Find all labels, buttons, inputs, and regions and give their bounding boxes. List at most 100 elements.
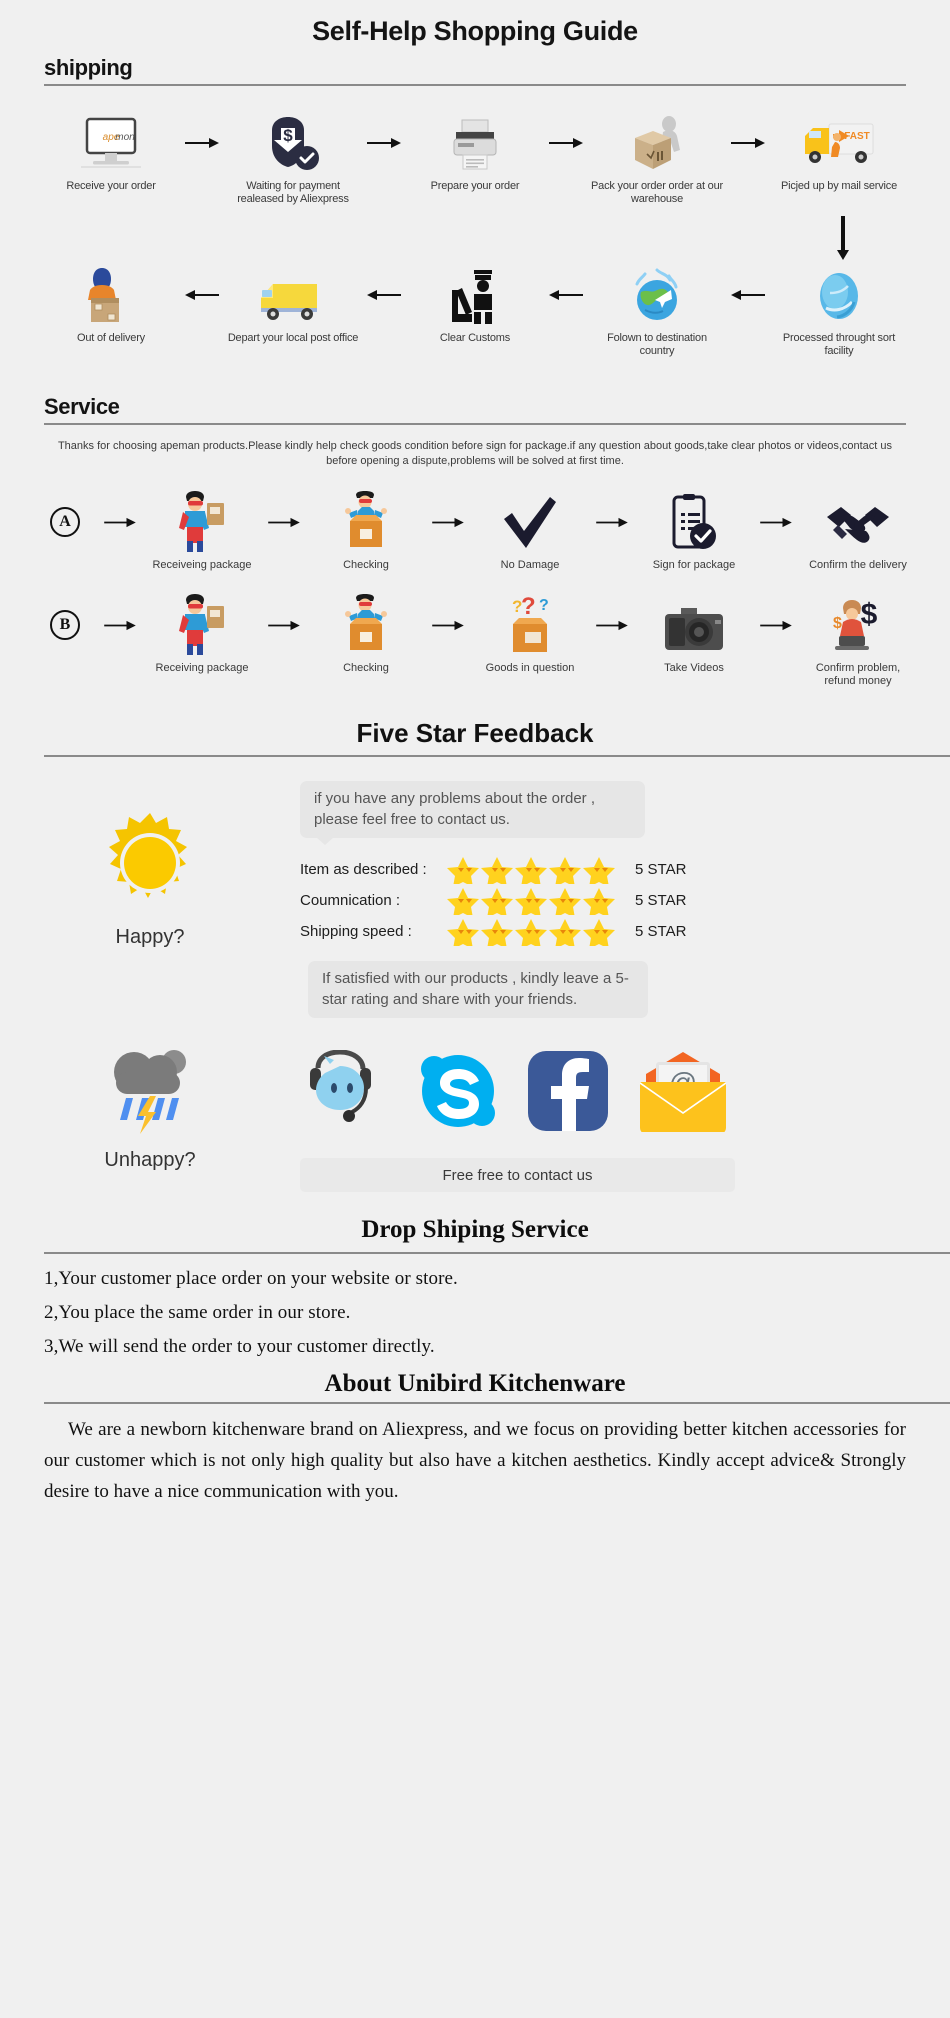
service-step-label: Confirm problem, refund money [815,662,901,687]
email-envelope-icon[interactable]: @ [634,1050,732,1137]
list-item: 1,Your customer place order on your webs… [44,1268,458,1289]
shipping-step-out-of-delivery: Out of delivery [43,264,179,345]
facebook-icon[interactable] [524,1047,612,1140]
shipping-step-label: Clear Customs [439,332,511,344]
svg-text:$: $ [833,615,842,632]
signed-clipboard-icon [670,491,718,553]
about-body-text: We are a newborn kitchenware brand on Al… [44,1419,906,1502]
rating-label: Coumnication : [300,892,401,909]
service-step-checking-b: Checking [307,594,425,675]
flow-arrow-right-icon [753,594,799,656]
sun-icon [98,811,202,920]
dropshipping-divider [44,1252,950,1254]
service-flow-row-b: B Receiving package Checking ? ? ? Goods… [14,594,936,688]
dropshipping-list: 1,Your customer place order on your webs… [44,1268,906,1358]
shipping-step-label: Out of delivery [77,332,145,344]
svg-text:$: $ [861,598,878,631]
flow-arrow-right-icon [261,491,307,553]
check-mark-icon [502,491,558,553]
rating-stars [445,918,625,946]
handshake-icon [825,491,891,553]
shipping-step-clear-customs: Clear Customs [407,264,543,345]
shipping-step-label: Processed throught sort facility [782,332,896,357]
svg-text:?: ? [521,594,536,620]
rating-value: 5 STAR [635,892,687,909]
shipping-step-label: Folown to destination country [607,332,707,357]
about-divider [44,1402,950,1404]
service-step-receiving-package-b: Receiving package [143,594,261,675]
rating-list: Item as described : 5 STAR Coumnication … [300,854,910,947]
unhappy-block: Unhappy? [0,1042,300,1192]
service-step-no-damage: No Damage [471,491,589,572]
service-step-confirm-refund: $ $ Confirm problem, refund money [799,594,917,688]
shipping-step-waiting-payment: $ Waiting for payment realeased by Aliex… [225,112,361,206]
service-step-label: Sign for package [652,559,736,571]
about-section-header: About Unibird Kitchenware [0,1370,950,1404]
shipping-heading: shipping [44,55,133,80]
shipping-step-sort-facility: Processed throught sort facility [771,264,907,358]
flow-arrow-right-icon [179,112,225,174]
flow-arrow-right-icon [97,491,143,553]
service-step-label: Confirm the delivery [809,559,907,571]
fast-delivery-truck-icon: FAST [801,112,877,174]
service-step-label: Receiveing package [152,559,252,571]
service-step-take-videos: Take Videos [635,594,753,675]
shipping-flow-row-1: ape mon Receive your order $ Waiting for… [18,112,932,206]
list-item: 3,We will send the order to your custome… [44,1336,435,1357]
service-badge-a: A [33,491,97,553]
hero-opening-box-icon [338,491,394,553]
shipping-step-prepare-order: Prepare your order [407,112,543,193]
feedback-right: if you have any problems about the order… [300,781,950,1018]
dropshipping-heading: Drop Shiping Service [361,1216,589,1243]
service-step-label: Receiving package [155,662,249,674]
flow-arrow-right-icon [97,594,143,656]
feedback-bubble-bottom: If satisfied with our products , kindly … [308,961,648,1018]
service-step-label: Checking [343,662,389,674]
dropshipping-section-header: Drop Shiping Service [0,1216,950,1254]
service-step-sign-for-package: Sign for package [635,491,753,572]
printer-icon [446,112,504,174]
flow-arrow-right-icon [261,594,307,656]
flow-arrow-right-icon [543,112,589,174]
service-divider [44,423,906,425]
flow-arrow-right-icon [753,491,799,553]
rating-stars [445,856,625,884]
page-title: Self-Help Shopping Guide [312,16,638,46]
rating-row: Coumnication : 5 STAR [300,885,910,916]
packing-box-worker-icon [625,112,689,174]
shipping-step-label: Pack your order order at our warehouse [591,180,723,205]
flow-arrow-left-icon [725,264,771,326]
trade-manager-icon[interactable] [300,1048,392,1137]
flow-arrow-right-icon [589,594,635,656]
svg-text:$: $ [283,126,293,145]
list-item: 2,You place the same order in our store. [44,1302,351,1323]
rating-value: 5 STAR [635,861,687,878]
feedback-divider [44,755,950,757]
service-badge-b: B [33,594,97,656]
contact-bar[interactable]: Free free to contact us [300,1158,735,1192]
shipping-section-header: shipping [44,55,906,86]
storm-cloud-icon [98,1042,202,1143]
shipping-step-label: Depart your local post office [227,332,359,344]
feedback-section-header: Five Star Feedback [0,718,950,757]
guide-page: Self-Help Shopping Guide shipping ape mo… [0,0,950,2018]
globe-airplane-icon [627,264,687,326]
shipping-step-label: Prepare your order [430,180,520,192]
svg-text:FAST: FAST [844,131,870,142]
badge-letter-text: B [50,610,80,640]
shipping-flow-row-2: Out of delivery Depart your local post o… [18,264,932,358]
contact-icon-row: @ [300,1042,910,1144]
service-note: Thanks for choosing apeman products.Plea… [57,440,893,467]
service-step-goods-in-question: ? ? ? Goods in question [471,594,589,675]
rating-label: Item as described : [300,861,427,878]
svg-text:?: ? [539,597,549,614]
blue-globe-icon [810,264,868,326]
shipping-divider [44,84,906,86]
skype-icon[interactable] [414,1047,502,1140]
flow-arrow-right-icon [589,491,635,553]
shipping-step-label: Receive your order [66,180,156,192]
yellow-van-icon [255,264,331,326]
rating-stars [445,887,625,915]
flow-arrow-left-icon [543,264,589,326]
feedback-bubble-top: if you have any problems about the order… [300,781,645,845]
